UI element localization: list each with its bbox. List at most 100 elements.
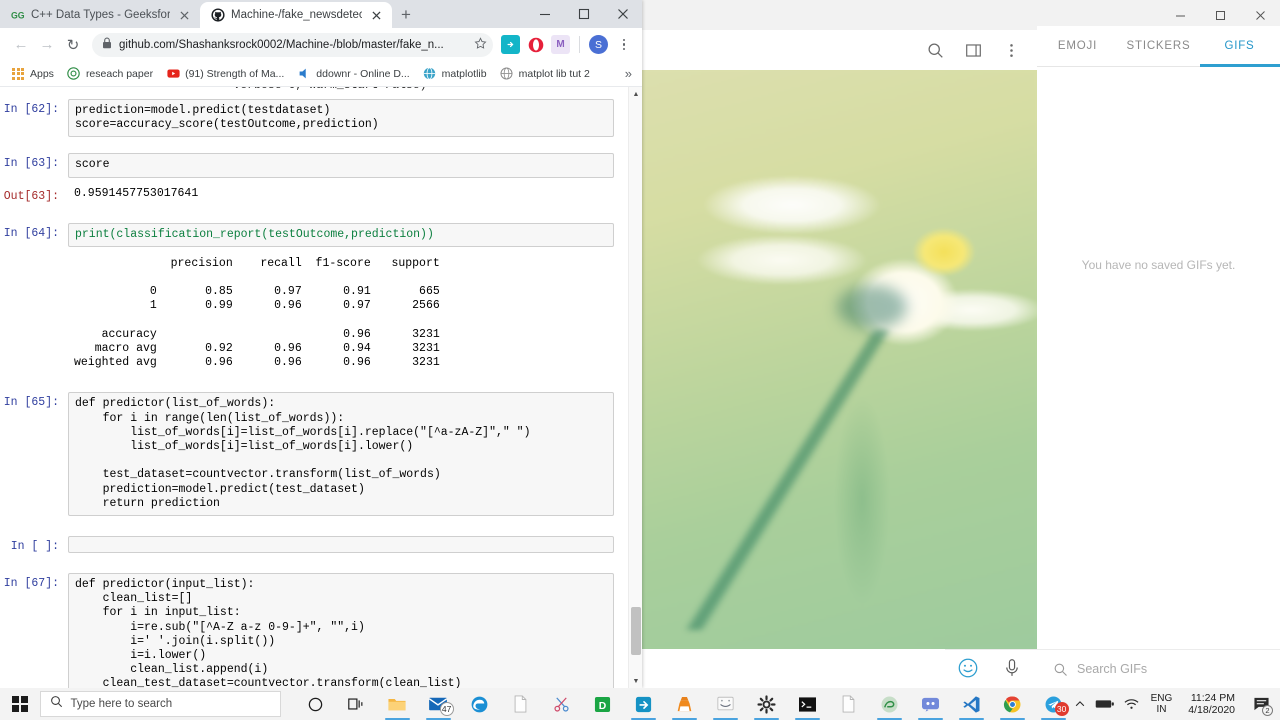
cell-input[interactable]: prediction=model.predict(testdataset) sc… [68,99,614,138]
gif-search-bar[interactable]: Search GIFs [1037,649,1280,688]
code-line: clean_list=[] [75,592,193,606]
bookmark-ddownr[interactable]: ddownr - Online D... [292,65,414,83]
bookmark-label: reseach paper [85,67,154,80]
notifications-button[interactable]: 2 [1248,688,1274,720]
chrome-maximize-button[interactable] [564,0,603,28]
composer-icons [945,649,1037,688]
telegram-icon[interactable]: 30 [1033,688,1074,720]
m-extension-icon[interactable]: M [551,35,570,54]
language-indicator[interactable]: ENG IN [1148,693,1176,716]
bookmark-matplotlib[interactable]: matplotlib [418,65,492,83]
bookmark-matplotlib-tut2[interactable]: matplot lib tut 2 [495,65,595,83]
discord-icon[interactable] [910,688,951,720]
tab-gifs[interactable]: GIFS [1199,26,1280,66]
mail-badge: 47 [439,702,454,716]
bookmark-label: ddownr - Online D... [316,67,410,80]
cell-input[interactable]: def predictor(input_list): clean_list=[]… [68,573,614,688]
mail-icon[interactable]: 47 [418,688,459,720]
chrome-tabstrip: GG C++ Data Types - GeeksforGeeks Machin… [0,0,642,28]
toolbar-divider [579,36,580,53]
daisy-photo [642,70,1037,649]
settings-gear-icon[interactable] [746,688,787,720]
microphone-icon[interactable] [1001,657,1025,681]
photo-blur-overlay [642,70,1037,649]
cell-input[interactable]: score [68,153,614,178]
browser-tab-title: Machine-/fake_newsdetection_w [231,9,362,21]
report-line: 0 0.85 0.97 0.91 665 [74,285,440,299]
back-button[interactable]: ← [8,32,34,58]
cortana-icon[interactable] [295,688,336,720]
task-view-icon[interactable] [336,688,377,720]
scroll-down-arrow-icon[interactable]: ▼ [629,674,643,688]
code-line: prediction=model.predict(testdataset) [75,104,331,117]
notebook-cell-63[interactable]: In [63]: score [0,153,628,178]
forward-button[interactable]: → [34,32,60,58]
terminal-icon[interactable] [787,688,828,720]
notebook-cell-empty[interactable]: In [ ]: [0,536,628,554]
notebook-cell-67[interactable]: In [67]: def predictor(input_list): clea… [0,573,628,688]
tab-stickers[interactable]: STICKERS [1118,26,1199,66]
report-line: accuracy 0.96 3231 [74,327,440,341]
chrome-browser-window: GG C++ Data Types - GeeksforGeeks Machin… [0,0,642,688]
bookmark-research-paper[interactable]: reseach paper [62,65,158,83]
share-extension-icon[interactable] [501,35,520,54]
edge-icon[interactable] [459,688,500,720]
chrome-minimize-button[interactable] [525,0,564,28]
page-scrollbar[interactable]: ▲ ▼ [628,87,642,688]
cell-input[interactable] [68,536,614,554]
scroll-up-arrow-icon[interactable]: ▲ [629,87,643,101]
address-bar[interactable]: github.com/Shashanksrock0002/Machine-/bl… [92,32,493,57]
dropbox-icon[interactable]: D [582,688,623,720]
bookmark-label: matplot lib tut 2 [518,67,590,80]
kebab-menu-icon[interactable] [614,38,634,51]
notepad-icon[interactable] [828,688,869,720]
notebook-cell-65[interactable]: In [65]: def predictor(list_of_words): f… [0,392,628,517]
avatar[interactable]: S [589,35,608,54]
sync-icon[interactable] [623,688,664,720]
cell-prompt: In [62]: [3,103,59,116]
cell-input[interactable]: print(classification_report(testOutcome,… [68,222,614,247]
chrome-close-button[interactable] [603,0,642,28]
chevron-up-icon[interactable] [1074,698,1086,710]
clock[interactable]: 11:24 PM 4/18/2020 [1184,692,1239,716]
taskbar-search-placeholder: Type here to search [70,698,173,710]
star-icon[interactable] [474,36,487,53]
browser-tab-geeksforgeeks[interactable]: GG C++ Data Types - GeeksforGeeks [0,2,200,28]
bookmarks-overflow-button[interactable]: » [625,66,636,81]
scrollbar-thumb[interactable] [631,607,641,655]
more-menu-icon[interactable] [1000,39,1022,61]
new-tab-button[interactable]: + [392,2,420,28]
notebook-cell-64[interactable]: In [64]: print(classification_report(tes… [0,222,628,247]
battery-icon[interactable] [1095,698,1115,710]
gif-panel: You have no saved GIFs yet. [1037,67,1280,649]
search-icon[interactable] [924,39,946,61]
jupyter-icon[interactable] [705,688,746,720]
opera-extension-icon[interactable] [526,35,545,54]
bookmark-apps[interactable]: Apps [6,65,59,83]
browser-tab-github[interactable]: Machine-/fake_newsdetection_w [200,2,392,28]
bookmark-youtube[interactable]: (91) Strength of Ma... [161,65,289,83]
anaconda-icon[interactable] [869,688,910,720]
file-explorer-icon[interactable] [377,688,418,720]
tab-emoji[interactable]: EMOJI [1037,26,1118,66]
smiley-icon[interactable] [957,657,981,681]
wifi-icon[interactable] [1124,698,1139,710]
chrome-window-controls [525,0,642,28]
cell-input[interactable]: def predictor(list_of_words): for i in r… [68,392,614,517]
cell-prompt: In [ ]: [10,540,59,554]
close-icon[interactable] [368,7,384,23]
start-button[interactable] [0,688,39,720]
close-icon[interactable] [176,7,192,23]
sidebar-icon[interactable] [962,39,984,61]
vlc-icon[interactable] [664,688,705,720]
reload-button[interactable]: ↻ [60,32,86,58]
ddownr-icon [297,67,311,81]
notebook-cell-62[interactable]: In [62]: prediction=model.predict(testda… [0,99,628,138]
chrome-icon[interactable] [992,688,1033,720]
geeksforgeeks-icon: GG [10,8,25,23]
scissors-icon[interactable] [541,688,582,720]
sticker-panel-tabs: EMOJI STICKERS GIFS [1037,26,1280,66]
taskbar-search-input[interactable]: Type here to search [40,691,281,717]
vscode-icon[interactable] [951,688,992,720]
document-icon[interactable] [500,688,541,720]
